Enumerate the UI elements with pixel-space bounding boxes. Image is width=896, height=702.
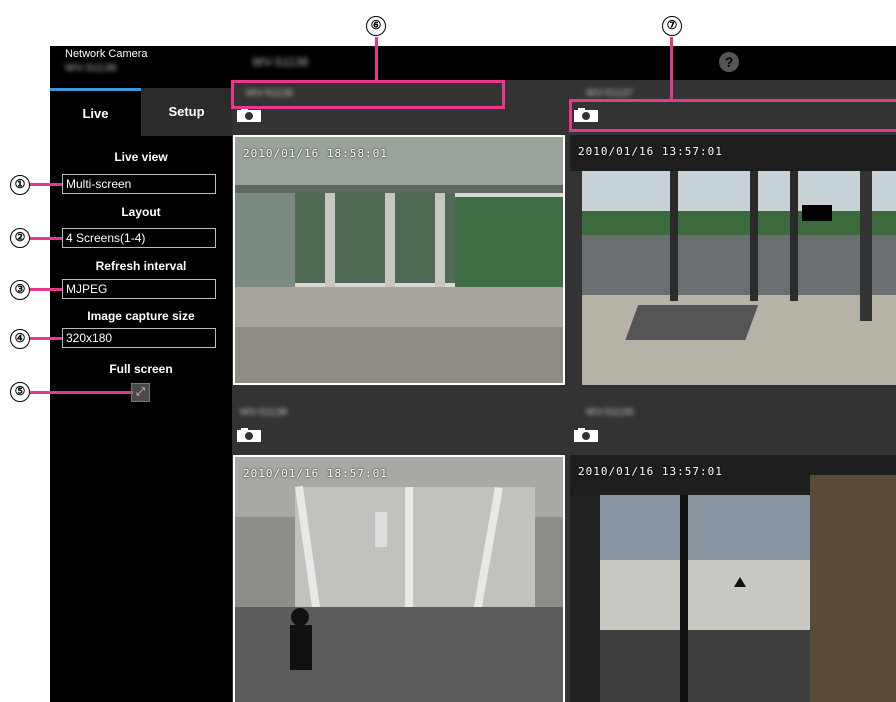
refresh-interval-label: Refresh interval bbox=[95, 259, 187, 273]
highlight-camera-title bbox=[231, 80, 505, 109]
camera-model-sidebar: WV-S1136 bbox=[65, 62, 117, 74]
camera-timestamp-1: 2010/01/16 18:58:01 bbox=[243, 147, 388, 160]
callout-2: ② bbox=[10, 228, 30, 248]
camera-timestamp-3: 2010/01/16 18:57:01 bbox=[243, 467, 388, 480]
camera-timestamp-2: 2010/01/16 13:57:01 bbox=[578, 145, 723, 158]
image-capture-size-label: Image capture size bbox=[87, 309, 195, 323]
callout-1: ① bbox=[10, 175, 30, 195]
camera-snapshot-icon[interactable] bbox=[574, 428, 598, 442]
camera-image-3[interactable]: 2010/01/16 18:57:01 bbox=[233, 455, 565, 702]
layout-select[interactable]: 4 Screens(1-4) bbox=[62, 228, 216, 248]
image-capture-size-select[interactable]: 320x180 bbox=[62, 328, 216, 348]
tab-setup[interactable]: Setup bbox=[141, 88, 232, 136]
camera-title-2: WV-S1137 bbox=[586, 88, 634, 99]
live-view-label: Live view bbox=[114, 150, 168, 164]
full-screen-icon[interactable]: ⤢ bbox=[131, 383, 150, 402]
callout-3: ③ bbox=[10, 280, 30, 300]
camera-snapshot-icon[interactable] bbox=[237, 428, 261, 442]
camera-model-header: WV-S1136 bbox=[252, 55, 309, 69]
callout-line-1 bbox=[28, 183, 62, 186]
callout-line-4 bbox=[28, 337, 62, 340]
callout-line-7 bbox=[670, 37, 673, 99]
callout-6: ⑥ bbox=[366, 16, 386, 36]
callout-4: ④ bbox=[10, 329, 30, 349]
callout-line-5 bbox=[28, 391, 133, 394]
app-title: Network Camera bbox=[65, 48, 148, 60]
live-view-select[interactable]: Multi-screen bbox=[62, 174, 216, 194]
camera-image-1[interactable]: 2010/01/16 18:58:01 bbox=[233, 135, 565, 385]
top-bar bbox=[232, 46, 896, 80]
camera-snapshot-icon[interactable] bbox=[237, 108, 261, 122]
refresh-interval-select[interactable]: MJPEG bbox=[62, 279, 216, 299]
full-screen-label: Full screen bbox=[109, 362, 173, 376]
camera-title-4: WV-S1139 bbox=[586, 407, 634, 418]
callout-line-6 bbox=[375, 37, 378, 81]
camera-image-4[interactable]: 2010/01/16 13:57:01 bbox=[570, 455, 896, 702]
camera-title-3: WV-S1138 bbox=[240, 407, 288, 418]
callout-line-3 bbox=[28, 288, 62, 291]
tab-live[interactable]: Live bbox=[50, 88, 141, 136]
camera-image-2[interactable]: 2010/01/16 13:57:01 bbox=[570, 135, 896, 385]
callout-7: ⑦ bbox=[662, 16, 682, 36]
help-icon[interactable]: ? bbox=[719, 52, 739, 72]
highlight-snapshot-area bbox=[569, 99, 896, 132]
callout-line-2 bbox=[28, 237, 62, 240]
camera-timestamp-4: 2010/01/16 13:57:01 bbox=[578, 465, 723, 478]
layout-label: Layout bbox=[121, 205, 161, 219]
callout-5: ⑤ bbox=[10, 382, 30, 402]
